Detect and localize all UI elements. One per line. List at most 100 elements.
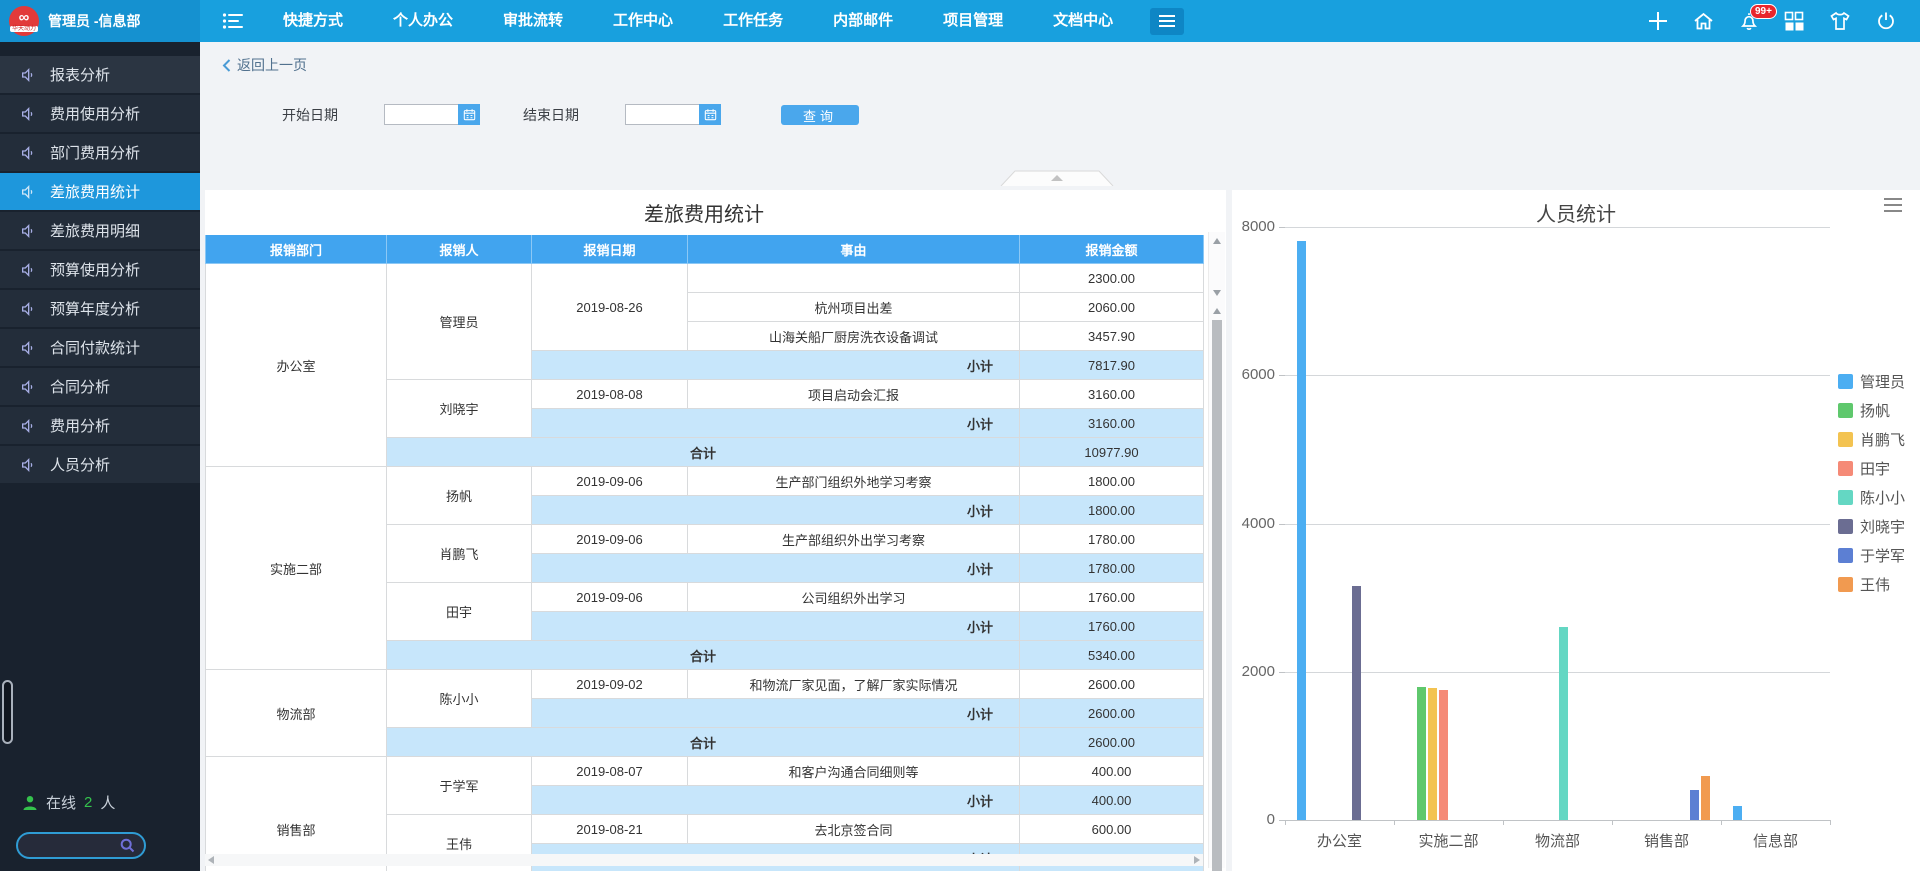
apps-icon[interactable] [1784, 11, 1804, 31]
list-icon[interactable] [222, 12, 244, 30]
legend-item-4[interactable]: 陈小小 [1838, 483, 1905, 512]
collapse-panel-handle[interactable] [1000, 170, 1114, 186]
sidebar-search-input[interactable] [18, 838, 120, 853]
app-logo[interactable]: ∞ 华天动力 [9, 6, 39, 36]
cell-person: 于学军 [387, 757, 532, 815]
bar-田宇-实施二部 [1439, 690, 1448, 821]
nav-item-2[interactable]: 审批流转 [478, 0, 588, 42]
power-icon[interactable] [1876, 11, 1896, 31]
cell-amount: 3457.90 [1020, 322, 1204, 351]
online-status: 在线 2 人 [22, 792, 115, 813]
legend-item-2[interactable]: 肖鹏飞 [1838, 425, 1905, 454]
cell-date: 2019-09-06 [532, 467, 688, 496]
nav-item-7[interactable]: 文档中心 [1028, 0, 1138, 42]
theme-shirt-icon[interactable] [1829, 11, 1851, 31]
legend-item-1[interactable]: 扬帆 [1838, 396, 1905, 425]
x-category-label: 办公室 [1285, 830, 1394, 851]
cell-amount: 1780.00 [1020, 525, 1204, 554]
calendar-icon[interactable] [458, 104, 480, 125]
cell-person: 扬帆 [387, 467, 532, 525]
speaker-icon [20, 145, 36, 161]
y-tick [1279, 227, 1285, 228]
sidebar-item-0[interactable]: 报表分析 [0, 56, 200, 93]
cell-department: 物流部 [206, 670, 387, 757]
sidebar-item-6[interactable]: 预算年度分析 [0, 290, 200, 327]
sidebar-item-2[interactable]: 部门费用分析 [0, 134, 200, 171]
sidebar-scroll-handle[interactable] [2, 680, 13, 744]
logo-text: 华天动力 [10, 26, 38, 32]
calendar-icon[interactable] [699, 104, 721, 125]
total-label: 合计 [387, 641, 1020, 670]
legend-swatch [1838, 461, 1853, 476]
sidebar-item-3[interactable]: 差旅费用统计 [0, 173, 200, 210]
subtotal-amount: 1780.00 [1020, 554, 1204, 583]
bar-于学军-销售部 [1690, 790, 1699, 820]
total-amount: 10977.90 [1020, 438, 1204, 467]
nav-item-0[interactable]: 快捷方式 [258, 0, 368, 42]
cell-reason: 和物流厂家见面，了解厂家实际情况 [688, 670, 1020, 699]
sidebar-item-label: 合同分析 [50, 376, 110, 397]
bar-陈小小-物流部 [1559, 627, 1568, 820]
sidebar-item-8[interactable]: 合同分析 [0, 368, 200, 405]
query-button[interactable]: 查询 [781, 105, 859, 125]
sidebar-item-label: 差旅费用统计 [50, 181, 140, 202]
x-tick [1830, 820, 1831, 825]
legend-item-0[interactable]: 管理员 [1838, 367, 1905, 396]
sidebar-item-4[interactable]: 差旅费用明细 [0, 212, 200, 249]
online-label: 在线 [46, 792, 76, 813]
subtotal-amount: 1760.00 [1020, 612, 1204, 641]
sidebar-item-label: 预算使用分析 [50, 259, 140, 280]
x-tick [1721, 820, 1722, 825]
y-tick-label: 8000 [1233, 218, 1275, 235]
back-link[interactable]: 返回上一页 [222, 55, 307, 75]
nav-item-6[interactable]: 项目管理 [918, 0, 1028, 42]
x-tick [1612, 820, 1613, 825]
cell-date: 2019-09-06 [532, 583, 688, 612]
nav-item-4[interactable]: 工作任务 [698, 0, 808, 42]
expense-table-panel: 差旅费用统计 报销部门报销人报销日期事由报销金额办公室管理员2019-08-26… [205, 190, 1226, 871]
home-icon[interactable] [1693, 11, 1714, 31]
sidebar-menu: 报表分析 费用使用分析 部门费用分析 差旅费用统计 差旅费用明细 预算使用分析 … [0, 56, 200, 483]
cell-date: 2019-09-02 [532, 670, 688, 699]
sidebar-item-7[interactable]: 合同付款统计 [0, 329, 200, 366]
table-vertical-scrollbar[interactable] [1208, 232, 1225, 868]
sidebar-item-1[interactable]: 费用使用分析 [0, 95, 200, 132]
cell-person: 陈小小 [387, 670, 532, 728]
chart-menu-icon[interactable] [1884, 198, 1902, 212]
scrollbar-thumb[interactable] [1212, 320, 1222, 871]
table-horizontal-scrollbar[interactable] [205, 854, 1203, 866]
total-label: 合计 [387, 438, 1020, 467]
plus-icon[interactable] [1648, 11, 1668, 31]
legend-item-6[interactable]: 于学军 [1838, 541, 1905, 570]
nav-item-3[interactable]: 工作中心 [588, 0, 698, 42]
expense-table: 报销部门报销人报销日期事由报销金额办公室管理员2019-08-262300.00… [205, 235, 1204, 871]
chart-legend: 管理员 扬帆 肖鹏飞 田宇 陈小小 刘晓宇 于学军 王伟 [1838, 367, 1905, 599]
current-user-label: 管理员 -信息部 [48, 11, 141, 31]
column-header-3: 事由 [688, 235, 1020, 264]
subtotal-label: 小计 [532, 409, 1020, 438]
sidebar-item-10[interactable]: 人员分析 [0, 446, 200, 483]
subtotal-amount: 400.00 [1020, 786, 1204, 815]
sidebar-item-9[interactable]: 费用分析 [0, 407, 200, 444]
nav-item-5[interactable]: 内部邮件 [808, 0, 918, 42]
legend-item-3[interactable]: 田宇 [1838, 454, 1905, 483]
sidebar-item-label: 差旅费用明细 [50, 220, 140, 241]
sidebar-item-label: 报表分析 [50, 64, 110, 85]
legend-swatch [1838, 548, 1853, 563]
end-date-input[interactable] [625, 104, 699, 125]
subtotal-amount: 1800.00 [1020, 496, 1204, 525]
legend-item-5[interactable]: 刘晓宇 [1838, 512, 1905, 541]
start-date-input[interactable] [384, 104, 458, 125]
legend-swatch [1838, 577, 1853, 592]
more-menu-icon[interactable] [1150, 8, 1184, 35]
search-icon[interactable] [120, 838, 135, 853]
cell-reason: 生产部门组织外地学习考察 [688, 467, 1020, 496]
bell-icon[interactable]: 99+ [1739, 11, 1759, 32]
sidebar-item-5[interactable]: 预算使用分析 [0, 251, 200, 288]
sidebar: 报表分析 费用使用分析 部门费用分析 差旅费用统计 差旅费用明细 预算使用分析 … [0, 42, 200, 871]
cell-date: 2019-08-21 [532, 815, 688, 844]
person-chart-panel: 人员统计 02000400060008000办公室实施二部物流部销售部信息部 管… [1232, 190, 1920, 871]
nav-item-1[interactable]: 个人办公 [368, 0, 478, 42]
legend-item-7[interactable]: 王伟 [1838, 570, 1905, 599]
speaker-icon [20, 184, 36, 200]
